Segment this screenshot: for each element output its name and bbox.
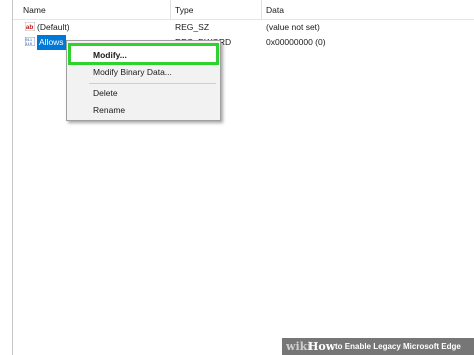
menu-item-rename[interactable]: Rename	[68, 102, 219, 119]
string-value-icon: ab	[25, 22, 35, 31]
column-header-type[interactable]: Type	[170, 0, 193, 20]
value-data-cell: (value not set)	[266, 22, 320, 32]
value-type-cell: REG_SZ	[175, 22, 210, 32]
banner-title: to Enable Legacy Microsoft Edge	[335, 342, 461, 351]
value-name-cell: ab (Default)	[25, 20, 70, 35]
registry-value-row[interactable]: ab (Default) REG_SZ (value not set)	[13, 20, 474, 35]
banner-how-logo: How	[308, 340, 336, 353]
wikihow-banner: wiki How to Enable Legacy Microsoft Edge	[282, 338, 474, 355]
menu-item-modify[interactable]: Modify...	[68, 43, 219, 65]
menu-item-modify-binary-data[interactable]: Modify Binary Data...	[68, 64, 219, 81]
column-header-data[interactable]: Data	[261, 0, 284, 20]
tree-pane-edge[interactable]	[0, 0, 13, 355]
column-header-row: Name Type Data	[13, 0, 474, 20]
svg-text:ab: ab	[26, 24, 34, 31]
binary-value-icon: 011 110	[25, 37, 35, 46]
value-name: (Default)	[37, 22, 70, 32]
svg-text:110: 110	[26, 43, 32, 46]
menu-item-delete[interactable]: Delete	[68, 85, 219, 102]
context-menu: Modify... Modify Binary Data... Delete R…	[66, 40, 221, 121]
value-name: Allows	[37, 35, 66, 50]
menu-separator	[89, 83, 216, 84]
value-data-cell: 0x00000000 (0)	[266, 37, 326, 47]
column-header-name[interactable]: Name	[18, 0, 46, 20]
value-name-cell: 011 110 Allows	[25, 35, 66, 50]
